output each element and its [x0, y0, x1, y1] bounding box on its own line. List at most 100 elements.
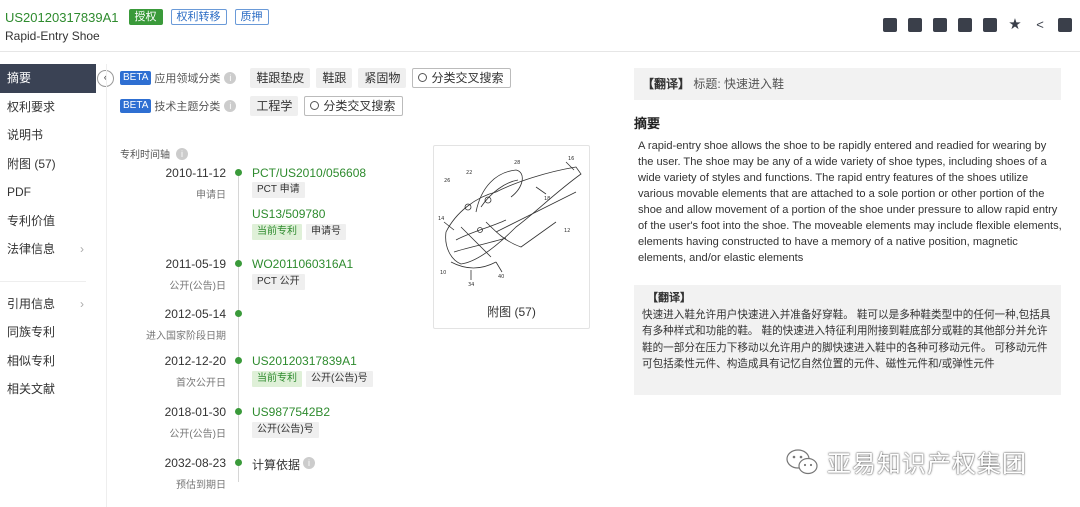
beta-badge: BETA [120, 71, 152, 85]
mail-icon[interactable] [983, 18, 997, 32]
timeline-link[interactable]: US9877542B2 [252, 405, 330, 419]
tag-granted[interactable]: 授权 [128, 9, 163, 25]
timeline-chip: 申请号 [306, 224, 346, 240]
timeline-date-type: 申请日 [196, 190, 226, 201]
watermark-text: 亚易知识产权集团 [827, 451, 1027, 478]
timeline-date-type: 公开(公告)日 [169, 429, 226, 440]
svg-text:22: 22 [466, 170, 472, 176]
timeline-date-type: 进入国家阶段日期 [146, 331, 226, 342]
shoe-drawing: 26 22 28 16 14 18 12 40 34 10 [438, 156, 582, 288]
timeline-date: 2018-01-30 [164, 405, 226, 419]
timeline-date: 2012-12-20 [164, 354, 226, 368]
current-patent-chip: 当前专利 [252, 224, 302, 240]
figure-caption: 附图 (57) [487, 305, 536, 319]
svg-text:40: 40 [498, 274, 504, 280]
svg-text:28: 28 [514, 160, 520, 166]
sidebar-item-label: 法律信息 [7, 242, 56, 256]
current-patent-chip: 当前专利 [252, 371, 302, 387]
class-chip[interactable]: 鞋跟垫皮 [250, 68, 311, 88]
cross-search-button[interactable]: 分类交叉搜索 [304, 96, 404, 116]
monitor-icon[interactable] [958, 18, 972, 32]
title-translation: 【翻译】 标题: 快速进入鞋 [634, 68, 1061, 100]
star-icon[interactable]: ★ [1008, 17, 1022, 32]
timeline-link[interactable]: PCT/US2010/056608 [252, 166, 366, 180]
beta-badge: BETA [120, 99, 152, 113]
tag-pledge[interactable]: 质押 [234, 9, 269, 25]
folder-icon[interactable] [908, 18, 922, 32]
timeline-chip: 公开(公告)号 [306, 371, 373, 387]
calculation-basis: 计算依据 [252, 458, 301, 472]
info-icon[interactable]: i [224, 100, 237, 112]
vertical-divider [106, 64, 107, 507]
class-chip[interactable]: 鞋跟 [316, 68, 353, 88]
sidebar-item-family[interactable]: 同族专利 [0, 318, 96, 347]
timeline-chip: PCT 公开 [252, 274, 305, 290]
timeline-line [238, 170, 239, 482]
sidebar-item-legal[interactable]: 法律信息 › [0, 235, 96, 264]
timeline-link[interactable]: US20120317839A1 [252, 354, 357, 368]
timeline-chip: PCT 申请 [252, 182, 305, 198]
translation-body: 快速进入鞋允许用户快速进入并准备好穿鞋。 鞋可以是多种鞋类型中的任何一种,包括具… [642, 309, 1051, 370]
timeline-heading: 专利时间轴 i [120, 146, 202, 161]
title-translation-text: 标题: 快速进入鞋 [693, 77, 785, 91]
timeline-link[interactable]: WO2011060316A1 [252, 257, 353, 271]
patent-header: US20120317839A1 授权 权利转移 质押 Rapid-Entry S… [0, 0, 1080, 52]
export-icon[interactable] [883, 18, 897, 32]
timeline-date-type: 公开(公告)日 [169, 281, 226, 292]
svg-text:12: 12 [564, 228, 570, 234]
classification-label: 应用领域分类 [154, 73, 221, 85]
sidebar: 摘要 权利要求 说明书 附图 (57) PDF 专利价值 法律信息 › 引用信息… [0, 64, 96, 404]
translation-label: 【翻译】 [642, 77, 691, 91]
search-icon [310, 101, 320, 110]
copy-icon[interactable] [933, 18, 947, 32]
sidebar-item-related[interactable]: 相关文献 [0, 375, 96, 404]
search-icon [418, 73, 428, 82]
svg-text:34: 34 [468, 282, 474, 288]
cross-search-button[interactable]: 分类交叉搜索 [412, 68, 512, 88]
svg-text:18: 18 [544, 196, 550, 202]
timeline-chip: 公开(公告)号 [252, 422, 319, 438]
chevron-right-icon: › [80, 296, 84, 311]
timeline-date: 2011-05-19 [165, 257, 227, 271]
svg-text:16: 16 [568, 156, 574, 162]
timeline-link[interactable]: US13/509780 [252, 207, 325, 221]
timeline-date-type: 首次公开日 [176, 378, 226, 389]
svg-text:14: 14 [438, 216, 444, 222]
wechat-icon [786, 448, 818, 474]
timeline-heading-text: 专利时间轴 [120, 150, 170, 161]
publication-row: US20120317839A1 授权 权利转移 质押 [5, 9, 277, 25]
sidebar-item-value[interactable]: 专利价值 [0, 207, 96, 236]
translate-icon[interactable] [1058, 18, 1072, 32]
sidebar-item-figures[interactable]: 附图 (57) [0, 150, 96, 179]
sidebar-item-claims[interactable]: 权利要求 [0, 93, 96, 122]
timeline-date: 2010-11-12 [165, 166, 227, 180]
cross-search-label: 分类交叉搜索 [323, 99, 396, 113]
sidebar-divider [0, 264, 86, 282]
classification-row-application: BETA 应用领域分类 i 鞋跟垫皮 鞋跟 紧固物 分类交叉搜索 [120, 68, 512, 88]
translation-label: 【翻译】 [647, 292, 691, 304]
sidebar-item-abstract[interactable]: 摘要 [0, 64, 96, 93]
watermark: 亚易知识产权集团 [785, 444, 1027, 479]
figure-thumbnail[interactable]: 26 22 28 16 14 18 12 40 34 10 附图 (57) [433, 145, 590, 329]
sidebar-item-description[interactable]: 说明书 [0, 121, 96, 150]
share-icon[interactable]: < [1033, 18, 1047, 32]
publication-number[interactable]: US20120317839A1 [5, 10, 119, 25]
timeline-dot [235, 260, 242, 267]
timeline-dot [235, 459, 242, 466]
sidebar-item-pdf[interactable]: PDF [0, 178, 96, 207]
svg-text:10: 10 [440, 270, 446, 276]
info-icon[interactable]: i [224, 72, 237, 84]
class-chip[interactable]: 紧固物 [358, 68, 407, 88]
sidebar-item-similar[interactable]: 相似专利 [0, 347, 96, 376]
chevron-right-icon: › [80, 242, 84, 256]
info-icon[interactable]: i [176, 147, 188, 160]
class-chip[interactable]: 工程学 [250, 96, 299, 116]
svg-text:26: 26 [444, 178, 450, 184]
cross-search-label: 分类交叉搜索 [431, 71, 504, 85]
timeline-dot [235, 408, 242, 415]
tag-transfer[interactable]: 权利转移 [170, 9, 227, 25]
abstract-translation: 【翻译】 快速进入鞋允许用户快速进入并准备好穿鞋。 鞋可以是多种鞋类型中的任何一… [634, 285, 1061, 395]
sidebar-item-citations[interactable]: 引用信息 › [0, 290, 96, 319]
timeline-date-type: 预估到期日 [176, 480, 226, 491]
info-icon[interactable]: i [303, 457, 315, 469]
